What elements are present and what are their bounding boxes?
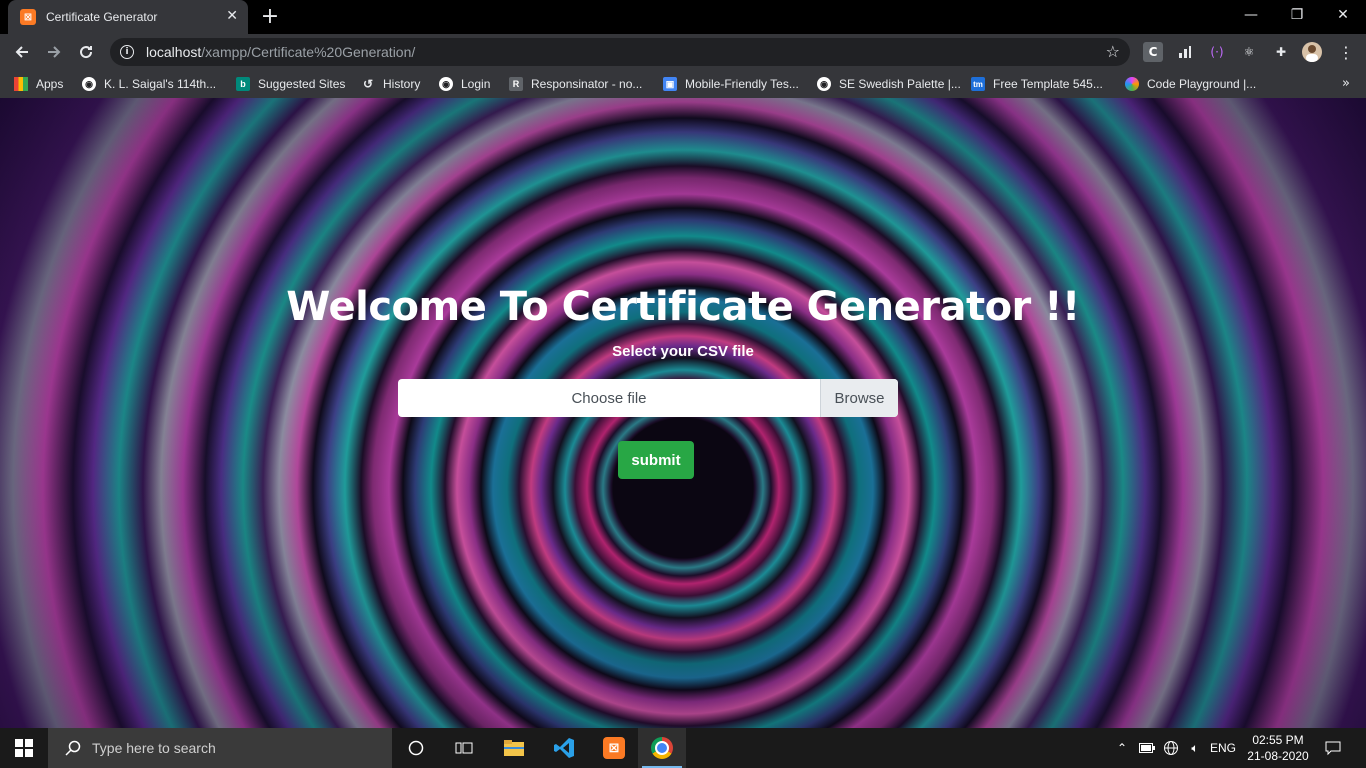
csv-file-input[interactable]: Choose file Browse (398, 379, 898, 417)
page-title: Welcome To Certificate Generator !! (286, 284, 1080, 330)
clock-time: 02:55 PM (1252, 733, 1304, 747)
restore-button[interactable]: ❐ (1274, 0, 1320, 30)
browse-button[interactable]: Browse (820, 379, 898, 417)
profile-avatar[interactable] (1302, 42, 1322, 62)
stats-extension-icon[interactable] (1175, 42, 1195, 62)
file-explorer-icon[interactable] (490, 728, 538, 768)
bookmark-star-icon[interactable]: ☆ (1106, 42, 1120, 61)
show-hidden-icons-icon[interactable]: ⌃ (1112, 728, 1132, 768)
windows-taskbar: Type here to search ⊠ ⌃ 🔈︎ ENG 02:55 PM … (0, 728, 1366, 768)
bookmark-mobile-friendly[interactable]: ▣ Mobile-Friendly Tes... (663, 70, 799, 98)
tm-icon: tm (971, 77, 985, 91)
taskbar-search-box[interactable]: Type here to search (48, 728, 392, 768)
bookmarks-overflow-icon[interactable]: » (1342, 76, 1350, 91)
chrome-icon[interactable] (638, 728, 686, 768)
clock-date: 21-08-2020 (1247, 749, 1309, 763)
site-info-icon[interactable]: i (120, 45, 134, 59)
mobile-test-icon: ▣ (663, 77, 677, 91)
forward-button[interactable] (42, 40, 66, 64)
vscode-icon[interactable] (540, 728, 588, 768)
browser-toolbar: i localhost/xampp/Certificate%20Generati… (0, 34, 1366, 70)
submit-button[interactable]: submit (618, 441, 694, 479)
forward-arrow-icon (48, 46, 61, 58)
windows-logo-icon (15, 739, 33, 757)
tab-certificate-generator[interactable]: ⊠ Certificate Generator ✕ (8, 0, 248, 34)
page-content: Welcome To Certificate Generator !! Sele… (0, 98, 1366, 728)
bookmark-apps[interactable]: Apps (14, 70, 63, 98)
back-button[interactable] (10, 40, 34, 64)
tab-strip: ⊠ Certificate Generator ✕ + — ❐ ✕ (0, 0, 1366, 34)
file-input-placeholder[interactable]: Choose file (398, 379, 820, 417)
address-bar[interactable]: i localhost/xampp/Certificate%20Generati… (110, 38, 1130, 66)
history-icon: ↺ (362, 77, 374, 91)
apps-grid-icon (14, 77, 28, 91)
page-viewport: Welcome To Certificate Generator !! Sele… (0, 98, 1366, 728)
back-arrow-icon (15, 46, 28, 58)
globe-icon: ◉ (817, 77, 831, 91)
volume-icon[interactable]: 🔈︎ (1184, 728, 1206, 768)
bookmark-saigal[interactable]: ◉ K. L. Saigal's 114th... (82, 70, 216, 98)
api-extension-icon[interactable]: (·) (1207, 42, 1227, 62)
language-indicator[interactable]: ENG (1208, 728, 1238, 768)
globe-icon: ◉ (82, 77, 96, 91)
bookmarks-bar: Apps ◉ K. L. Saigal's 114th... b Suggest… (0, 70, 1366, 98)
bookmark-suggested-sites[interactable]: b Suggested Sites (236, 70, 345, 98)
minimize-button[interactable]: — (1228, 0, 1274, 30)
close-window-button[interactable]: ✕ (1320, 0, 1366, 30)
bookmark-login[interactable]: ◉ Login (439, 70, 490, 98)
network-globe-icon[interactable] (1160, 728, 1182, 768)
notifications-icon[interactable] (1318, 728, 1348, 768)
taskbar-clock[interactable]: 02:55 PM 21-08-2020 (1240, 732, 1316, 764)
r-icon: R (509, 77, 523, 91)
start-button[interactable] (0, 728, 48, 768)
react-devtools-icon[interactable]: ⚛ (1239, 42, 1259, 62)
c-extension-icon[interactable]: C (1143, 42, 1163, 62)
search-placeholder: Type here to search (92, 740, 216, 756)
close-tab-icon[interactable]: ✕ (226, 8, 238, 24)
bookmark-responsinator[interactable]: R Responsinator - no... (509, 70, 642, 98)
bing-icon: b (236, 77, 250, 91)
cortana-icon[interactable] (392, 728, 440, 768)
tab-title: Certificate Generator (46, 10, 158, 24)
browser-menu-icon[interactable]: ⋮ (1336, 42, 1356, 62)
url-text[interactable]: localhost/xampp/Certificate%20Generation… (146, 44, 415, 60)
code-playground-icon (1125, 77, 1139, 91)
search-icon (62, 740, 84, 756)
bookmark-free-template[interactable]: tm Free Template 545... (971, 70, 1103, 98)
bookmark-history[interactable]: ↺ History (361, 70, 420, 98)
globe-icon: ◉ (439, 77, 453, 91)
battery-icon[interactable] (1136, 728, 1158, 768)
new-tab-button[interactable]: + (260, 4, 280, 29)
csv-file-label: Select your CSV file (612, 343, 754, 360)
reload-icon (80, 46, 93, 59)
bookmark-code-playground[interactable]: Code Playground |... (1125, 70, 1256, 98)
bookmark-swedish-palette[interactable]: ◉ SE Swedish Palette |... (817, 70, 961, 98)
xampp-icon: ⊠ (20, 9, 36, 25)
task-view-icon[interactable] (440, 728, 488, 768)
xampp-icon[interactable]: ⊠ (590, 728, 638, 768)
reload-button[interactable] (74, 40, 98, 64)
puzzle-icon[interactable]: ✚ (1271, 42, 1291, 62)
